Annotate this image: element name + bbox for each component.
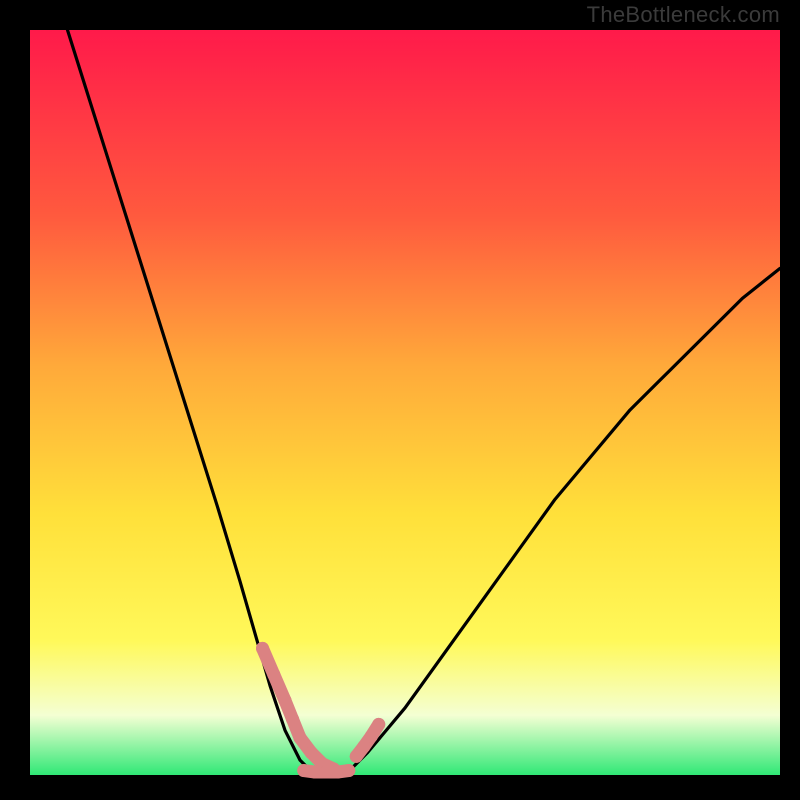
plot-area: [30, 30, 780, 775]
curve-marker: [342, 764, 355, 777]
watermark-label: TheBottleneck.com: [587, 2, 780, 28]
chart-frame: TheBottleneck.com: [0, 0, 800, 800]
chart-svg: [30, 30, 780, 775]
curve-marker: [372, 718, 385, 731]
